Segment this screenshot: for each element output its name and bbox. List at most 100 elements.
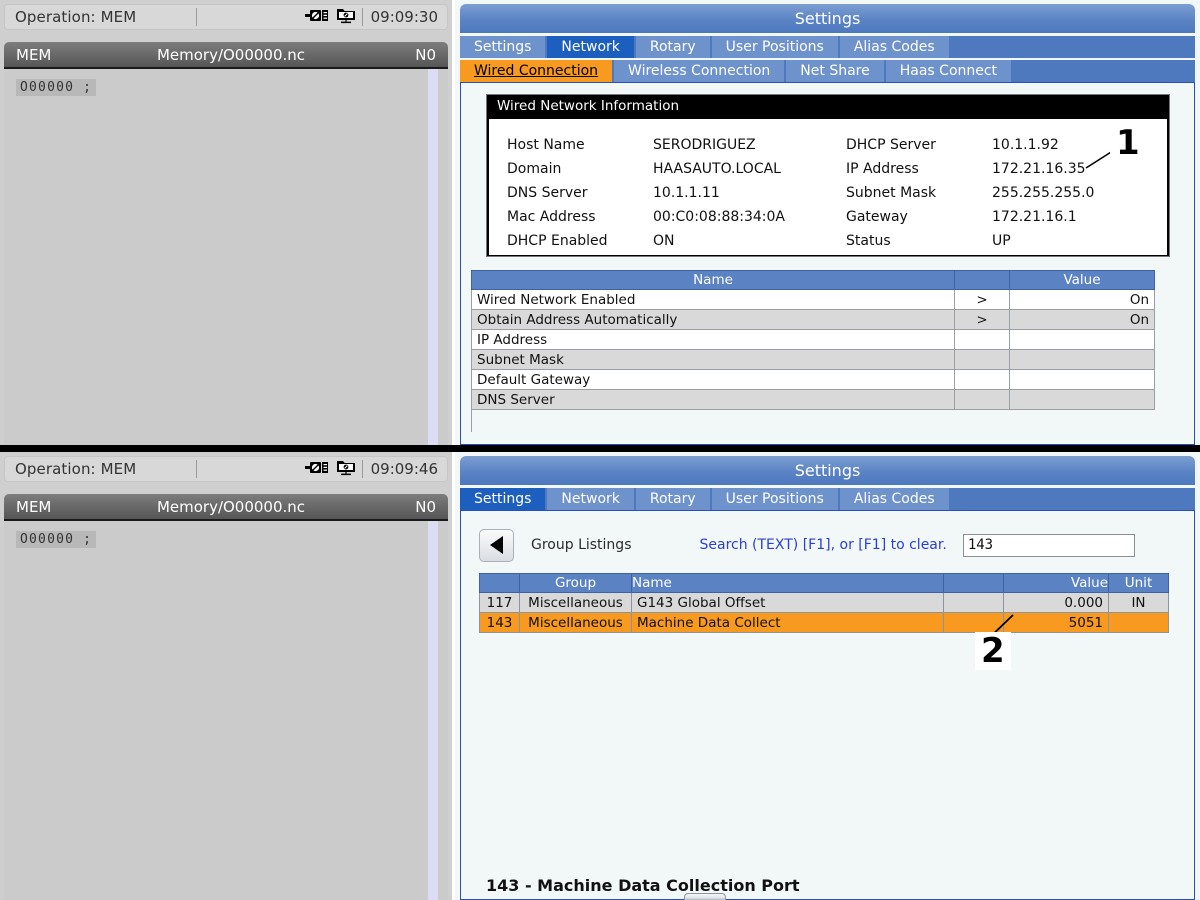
status-bar: Operation: MEM (4, 456, 448, 482)
netinfo-row: Subnet Mask255.255.255.0 (846, 181, 1167, 205)
cell-unit: IN (1109, 593, 1169, 613)
program-n-line: N0 (328, 498, 448, 516)
table-row[interactable]: Wired Network Enabled > On (472, 290, 1155, 310)
netinfo-value: UP (992, 233, 1167, 249)
th-value: Value (1004, 574, 1109, 593)
tab-rotary[interactable]: Rotary (636, 36, 712, 58)
status-divider (196, 8, 197, 26)
cell-name: Default Gateway (472, 370, 955, 390)
settings-window-bottom: Settings Settings Network Rotary User Po… (455, 452, 1200, 900)
tab-bar-filler (951, 488, 1195, 510)
cell-name: Obtain Address Automatically (472, 310, 955, 330)
netinfo-value: 00:C0:08:88:34:0A (653, 209, 828, 225)
status-divider (196, 460, 197, 478)
subtab-haas-connect[interactable]: Haas Connect (886, 60, 1013, 82)
settings-window-top: Settings Settings Network Rotary User Po… (455, 0, 1200, 445)
table-row[interactable]: Default Gateway (472, 370, 1155, 390)
tab-network[interactable]: Network (547, 488, 635, 510)
settings-window-title: Settings (460, 4, 1195, 33)
program-body[interactable]: O00000 ; (4, 67, 448, 445)
network-share-folder-icon (336, 6, 356, 29)
table-row-selected[interactable]: 143 Miscellaneous Machine Data Collect 5… (480, 613, 1169, 633)
netinfo-value: SERODRIGUEZ (653, 137, 828, 153)
netinfo-key: DNS Server (507, 185, 653, 201)
tab-alias-codes[interactable]: Alias Codes (840, 488, 951, 510)
tab-settings[interactable]: Settings (460, 36, 547, 58)
back-button[interactable] (479, 529, 514, 562)
program-header: MEM Memory/O00000.nc N0 (4, 494, 448, 519)
subtab-wired-connection[interactable]: Wired Connection (460, 60, 614, 82)
status-icon-group (305, 6, 362, 29)
program-code-line: O00000 ; (16, 531, 96, 548)
th-blank (955, 271, 1010, 290)
table-header-row: Group Name Value Unit (480, 574, 1169, 593)
cell-expand-arrow[interactable] (955, 370, 1010, 390)
wired-network-information-box: Wired Network Information Host NameSEROD… (486, 94, 1170, 257)
program-scrollbar[interactable] (428, 69, 438, 445)
cell-expand-arrow[interactable]: > (955, 310, 1010, 330)
settings-window-title: Settings (460, 456, 1195, 485)
clock-label: 09:09:30 (362, 8, 447, 26)
network-plug-icon (305, 460, 329, 479)
netinfo-row: StatusUP (846, 229, 1167, 253)
netinfo-key: Subnet Mask (846, 185, 992, 201)
tab-rotary[interactable]: Rotary (636, 488, 712, 510)
program-body[interactable]: O00000 ; (4, 519, 448, 900)
tab-settings[interactable]: Settings (460, 488, 547, 510)
netinfo-key: Gateway (846, 209, 992, 225)
netinfo-row: DomainHAASAUTO.LOCAL (507, 157, 828, 181)
table-row[interactable]: 117 Miscellaneous G143 Global Offset 0.0… (480, 593, 1169, 613)
settings-content-network: Wired Network Information Host NameSEROD… (460, 82, 1195, 445)
subtab-net-share[interactable]: Net Share (786, 60, 885, 82)
machine-screen-bottom: Operation: MEM (0, 452, 1200, 900)
cell-name: IP Address (472, 330, 955, 350)
table-row[interactable]: Subnet Mask (472, 350, 1155, 370)
left-arrow-icon (490, 536, 503, 554)
program-file-path: Memory/O00000.nc (134, 46, 328, 64)
netinfo-key: IP Address (846, 161, 992, 177)
tab-user-positions[interactable]: User Positions (712, 36, 840, 58)
primary-tab-bar: Settings Network Rotary User Positions A… (460, 488, 1195, 510)
cell-name: Subnet Mask (472, 350, 955, 370)
netinfo-value: 255.255.255.0 (992, 185, 1167, 201)
cell-expand-arrow[interactable] (955, 330, 1010, 350)
callout-1: 1 (1110, 124, 1146, 162)
netinfo-value: 172.21.16.1 (992, 209, 1167, 225)
network-share-folder-icon (336, 458, 356, 481)
netinfo-key: Domain (507, 161, 653, 177)
table-row[interactable]: Obtain Address Automatically > On (472, 310, 1155, 330)
subtab-wireless-connection[interactable]: Wireless Connection (614, 60, 786, 82)
cell-unit (1109, 613, 1169, 633)
netinfo-value: HAASAUTO.LOCAL (653, 161, 828, 177)
cell-expand-arrow[interactable] (955, 350, 1010, 370)
th-value: Value (1010, 271, 1155, 290)
netinfo-row: Mac Address00:C0:08:88:34:0A (507, 205, 828, 229)
netinfo-value: 10.1.1.11 (653, 185, 828, 201)
program-scrollbar[interactable] (428, 521, 438, 900)
cell-expand-arrow[interactable] (955, 390, 1010, 410)
cell-expand-arrow[interactable]: > (955, 290, 1010, 310)
screenshot-root: Operation: MEM (0, 0, 1200, 900)
clock-label: 09:09:46 (362, 460, 447, 478)
netinfo-key: DHCP Server (846, 137, 992, 153)
cell-name: G143 Global Offset (632, 593, 944, 613)
search-input[interactable]: 143 (963, 534, 1135, 557)
cell-value (1010, 330, 1155, 350)
callout-2: 2 (975, 632, 1011, 670)
tab-alias-codes[interactable]: Alias Codes (840, 36, 951, 58)
table-header-row: Name Value (472, 271, 1155, 290)
operation-label: Operation: MEM (5, 8, 136, 26)
cell-number: 117 (480, 593, 520, 613)
netinfo-row: DHCP EnabledON (507, 229, 828, 253)
program-header: MEM Memory/O00000.nc N0 (4, 42, 448, 67)
table-row[interactable]: IP Address (472, 330, 1155, 350)
table-row[interactable]: DNS Server (472, 390, 1155, 410)
netinfo-value: ON (653, 233, 828, 249)
secondary-tab-bar: Wired Connection Wireless Connection Net… (460, 60, 1195, 82)
tab-user-positions[interactable]: User Positions (712, 488, 840, 510)
cell-value (1010, 370, 1155, 390)
program-mode: MEM (4, 46, 134, 64)
tab-network[interactable]: Network (547, 36, 635, 58)
settings-toolbar: Group Listings Search (TEXT) [F1], or [F… (479, 525, 1179, 565)
network-settings-table: Name Value Wired Network Enabled > On Ob… (471, 270, 1155, 432)
